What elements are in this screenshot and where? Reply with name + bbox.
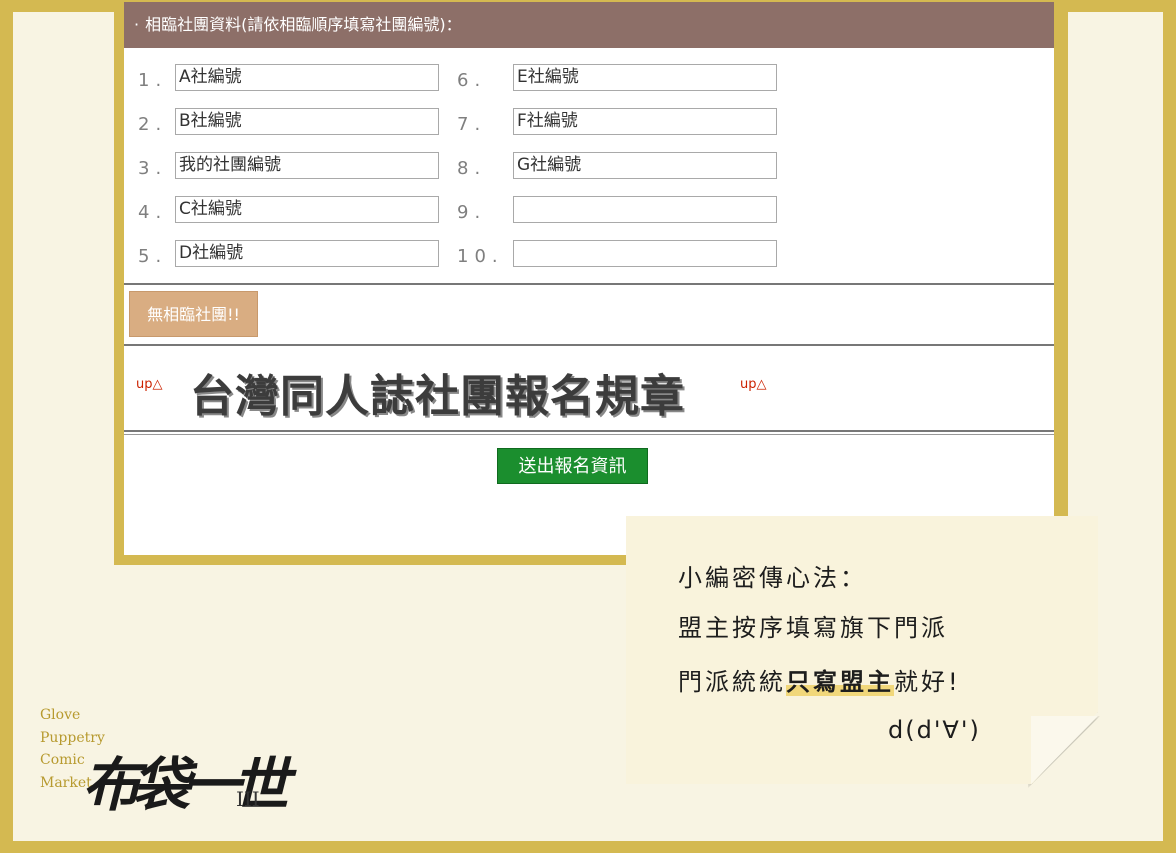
no-neighbor-club-button[interactable]: 無相臨社團!! [129,291,258,337]
header-bullet: · [134,15,140,34]
up-link-right[interactable]: up△ [740,377,767,392]
note-text: 門派統統 [678,668,786,696]
row-number-7: 7. [457,114,487,135]
club-input-3[interactable]: 我的社團編號 [175,152,439,179]
row-number-3: 3. [138,158,168,179]
divider [124,430,1054,432]
divider [124,344,1054,346]
row-number-6: 6. [457,70,487,91]
club-input-9[interactable] [513,196,777,223]
row-number-8: 8. [457,158,487,179]
up-link-left[interactable]: up△ [136,377,163,392]
row-number-9: 9. [457,202,487,223]
club-input-1[interactable]: A社編號 [175,64,439,91]
logo-word: Glove [40,707,81,723]
club-input-10[interactable] [513,240,777,267]
row-number-4: 4. [138,202,168,223]
note-emoticon: d(d'∀') [888,716,981,744]
club-input-5[interactable]: D社編號 [175,240,439,267]
note-highlight: 只寫盟主 [786,668,894,696]
note-text: 就好! [894,668,961,696]
header-title: 相臨社團資料(請依相臨順序填寫社團編號)： [145,15,462,34]
row-number-10: 10. [457,246,504,267]
section-header: · 相臨社團資料(請依相臨順序填寫社團編號)： [124,2,1054,48]
note-line-3: 門派統統只寫盟主就好! [678,662,961,697]
club-input-4[interactable]: C社編號 [175,196,439,223]
row-number-1: 1. [138,70,168,91]
event-logo-numeral: III [236,787,260,811]
neighbor-club-form: · 相臨社團資料(請依相臨順序填寫社團編號)： 1. A社編號 2. B社編號 3… [124,2,1054,555]
club-input-8[interactable]: G社編號 [513,152,777,179]
club-input-6[interactable]: E社編號 [513,64,777,91]
rules-title-banner[interactable]: 台灣同人誌社團報名規章 [190,360,685,424]
club-input-7[interactable]: F社編號 [513,108,777,135]
submit-registration-button[interactable]: 送出報名資訊 [497,448,648,484]
note-line-1: 小編密傳心法： [678,564,867,592]
tip-note: 小編密傳心法： 盟主按序填寫旗下門派 門派統統只寫盟主就好! d(d'∀') [626,516,1098,784]
row-number-2: 2. [138,114,168,135]
note-line-2: 盟主按序填寫旗下門派 [678,614,948,642]
divider [124,283,1054,285]
divider [124,434,1054,435]
row-number-5: 5. [138,246,168,267]
club-input-2[interactable]: B社編號 [175,108,439,135]
